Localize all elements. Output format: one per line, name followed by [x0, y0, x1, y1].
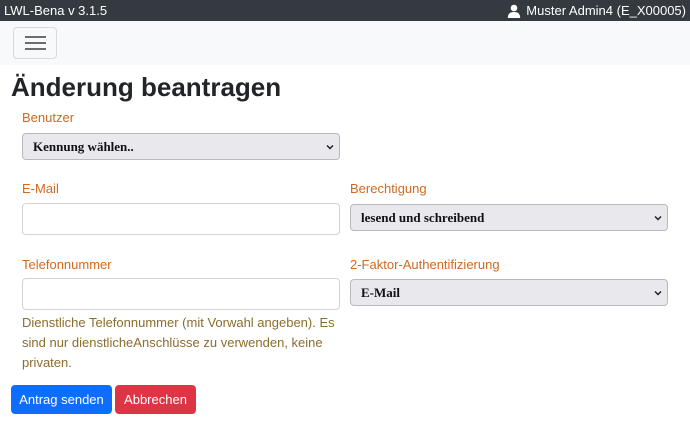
benutzer-select-value: Kennung wählen..: [33, 139, 134, 154]
email-label: E-Mail: [22, 181, 59, 196]
app-title: LWL-Bena v 3.1.5: [4, 3, 108, 18]
chevron-down-icon: [654, 290, 662, 296]
page-title: Änderung beantragen: [11, 72, 282, 102]
chevron-down-icon: [326, 144, 334, 150]
berechtigung-label: Berechtigung: [350, 181, 427, 196]
cancel-button[interactable]: Abbrechen: [115, 385, 196, 414]
user-label: Muster Admin4 (E_X00005): [526, 3, 686, 18]
chevron-down-icon: [654, 215, 662, 221]
telefon-label: Telefonnummer: [22, 257, 112, 272]
berechtigung-select[interactable]: lesend und schreibend: [350, 204, 668, 231]
top-bar: LWL-Bena v 3.1.5 Muster Admin4 (E_X00005…: [0, 0, 690, 21]
zwei-faktor-label: 2-Faktor-Authentifizierung: [350, 257, 500, 272]
submit-button[interactable]: Antrag senden: [11, 385, 112, 414]
telefon-field[interactable]: [22, 278, 340, 310]
telefon-help-text: Dienstliche Telefonnummer (mit Vorwahl a…: [22, 315, 335, 370]
zwei-faktor-select-value: E-Mail: [361, 285, 400, 300]
user-menu[interactable]: Muster Admin4 (E_X00005): [507, 3, 686, 18]
hamburger-menu-icon[interactable]: [13, 27, 57, 59]
zwei-faktor-select[interactable]: E-Mail: [350, 279, 668, 306]
berechtigung-select-value: lesend und schreibend: [361, 210, 485, 225]
benutzer-label: Benutzer: [22, 110, 75, 125]
benutzer-select[interactable]: Kennung wählen..: [22, 133, 340, 160]
user-icon: [508, 4, 521, 18]
navbar: [0, 21, 690, 65]
email-field[interactable]: [22, 203, 340, 235]
